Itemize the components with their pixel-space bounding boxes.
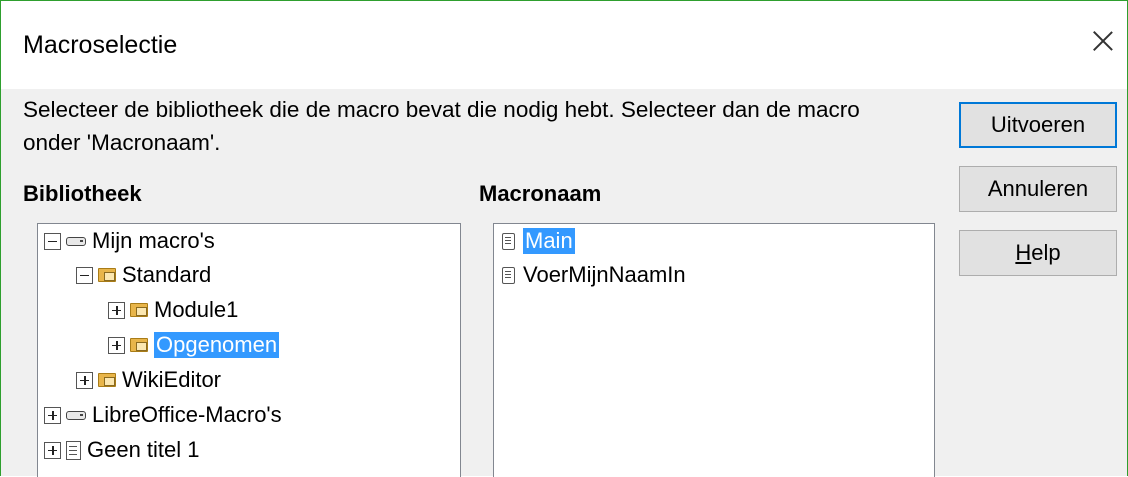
macro-item-label-selected: Main — [523, 228, 575, 254]
folder-icon — [98, 373, 116, 387]
tree-item-wikieditor[interactable]: WikiEditor — [76, 363, 221, 397]
folder-icon — [98, 268, 116, 282]
expand-icon[interactable] — [44, 406, 61, 424]
macro-name-label: Macronaam — [479, 181, 602, 206]
instruction-text: Selecteer de bibliotheek die de macro be… — [23, 97, 860, 155]
collapse-icon[interactable] — [44, 232, 61, 250]
tree-item-label: Module1 — [154, 297, 239, 322]
dialog-title: Macroselectie — [23, 31, 178, 59]
macro-list[interactable]: Main VoerMijnNaamIn — [493, 223, 935, 477]
tree-item-label: WikiEditor — [122, 367, 222, 392]
expand-icon[interactable] — [76, 371, 93, 389]
help-mnemonic: H — [1015, 240, 1032, 265]
drive-icon — [66, 236, 86, 246]
expand-icon[interactable] — [108, 336, 125, 354]
folder-icon — [130, 338, 148, 352]
expand-icon[interactable] — [108, 301, 125, 319]
library-tree[interactable]: Mijn macro's Standard Module1 Opgenomen … — [37, 223, 461, 477]
tree-item-label-selected: Opgenomen — [154, 332, 280, 358]
tree-item-opgenomen[interactable]: Opgenomen — [108, 328, 280, 362]
document-icon — [66, 440, 81, 460]
expand-icon[interactable] — [44, 441, 61, 459]
tree-item-mijn-macros[interactable]: Mijn macro's — [44, 224, 215, 258]
title-bar: Macroselectie — [1, 1, 1127, 89]
macro-item-label: VoerMijnNaamIn — [523, 262, 686, 287]
tree-item-label: Geen titel 1 — [87, 437, 200, 462]
cancel-button[interactable]: Annuleren — [959, 166, 1117, 212]
macro-icon — [500, 232, 517, 251]
close-icon[interactable] — [1089, 27, 1117, 55]
run-button[interactable]: Uitvoeren — [959, 102, 1117, 148]
macro-item-main[interactable]: Main — [500, 224, 575, 258]
tree-item-module1[interactable]: Module1 — [108, 293, 238, 327]
library-label: Bibliotheek — [23, 181, 142, 206]
tree-item-libreoffice-macros[interactable]: LibreOffice-Macro's — [44, 398, 282, 432]
macro-selector-dialog: Macroselectie Selecteer de bibliotheek d… — [0, 0, 1128, 477]
tree-item-label: LibreOffice-Macro's — [92, 402, 282, 427]
tree-item-geen-titel-1[interactable]: Geen titel 1 — [44, 433, 200, 467]
collapse-icon[interactable] — [76, 266, 93, 284]
macro-item-voermijnnaamin[interactable]: VoerMijnNaamIn — [500, 258, 686, 292]
macro-icon — [500, 266, 517, 285]
drive-icon — [66, 410, 86, 420]
tree-item-label: Standard — [122, 262, 212, 287]
help-label-rest: elp — [1031, 240, 1061, 265]
help-button[interactable]: Help — [959, 230, 1117, 276]
tree-item-standard[interactable]: Standard — [76, 258, 211, 292]
folder-icon — [130, 303, 148, 317]
tree-item-label: Mijn macro's — [92, 228, 215, 253]
